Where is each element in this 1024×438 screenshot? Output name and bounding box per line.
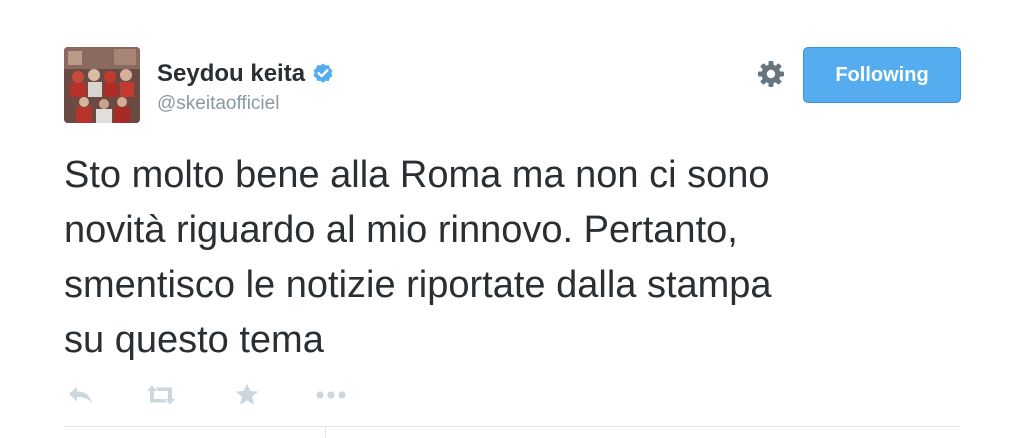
author-handle[interactable]: @skeitaofficiel bbox=[157, 93, 279, 115]
more-button[interactable] bbox=[314, 378, 348, 412]
following-button[interactable]: Following bbox=[803, 47, 961, 103]
author-avatar[interactable] bbox=[64, 47, 140, 123]
gear-icon[interactable] bbox=[756, 59, 786, 89]
favorite-button[interactable] bbox=[230, 378, 264, 412]
more-dots-icon bbox=[316, 391, 346, 399]
reply-icon bbox=[69, 387, 92, 403]
team-photo-avatar-icon bbox=[64, 47, 140, 123]
verified-badge-icon bbox=[311, 62, 335, 86]
author-name[interactable]: Seydou keita bbox=[157, 60, 305, 88]
footer-divider-line bbox=[64, 426, 960, 427]
star-icon bbox=[235, 383, 259, 405]
retweet-button[interactable] bbox=[144, 378, 178, 412]
reply-button[interactable] bbox=[64, 378, 98, 412]
footer-column-divider bbox=[325, 426, 326, 438]
tweet-text: Sto molto bene alla Roma ma non ci sono … bbox=[64, 154, 772, 361]
retweet-icon bbox=[147, 385, 175, 405]
author-name-row: Seydou keita bbox=[157, 58, 335, 90]
tweet-card: Seydou keita @skeitaofficiel Following S… bbox=[0, 0, 1024, 438]
